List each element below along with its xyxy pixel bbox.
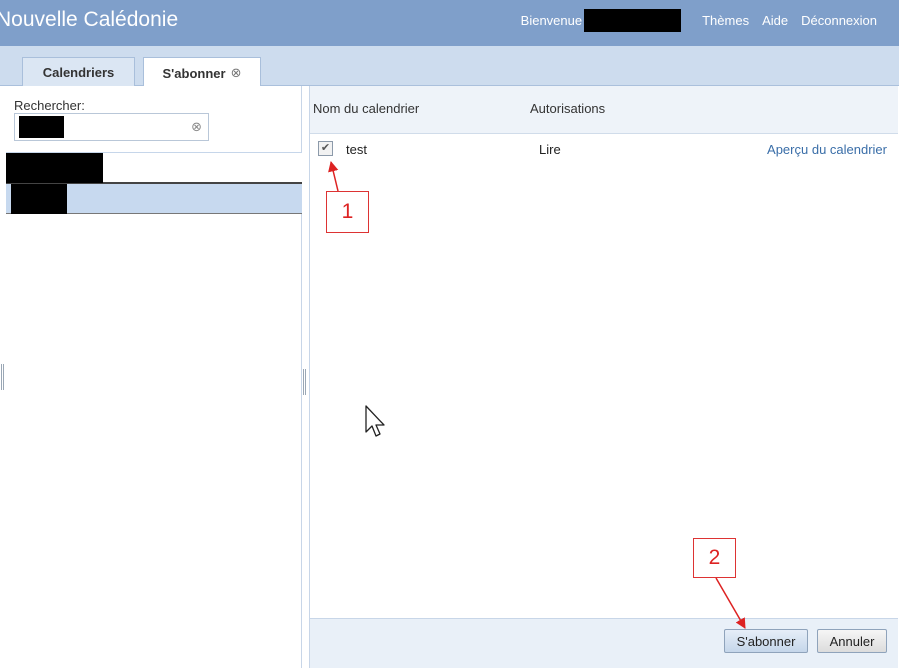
user-list-panel: Rechercher: ⊗ xyxy=(6,86,302,668)
table-row: ✔ test Lire Aperçu du calendrier xyxy=(310,135,898,165)
list-item[interactable] xyxy=(6,153,302,184)
cancel-button[interactable]: Annuler xyxy=(817,629,887,653)
subscribe-button[interactable]: S'abonner xyxy=(724,629,808,653)
themes-link[interactable]: Thèmes xyxy=(702,13,749,28)
redacted-search-text xyxy=(19,116,64,138)
search-input[interactable]: ⊗ xyxy=(14,113,209,141)
column-calendar-name[interactable]: Nom du calendrier xyxy=(313,101,419,116)
table-header: Nom du calendrier Autorisations xyxy=(310,86,898,134)
tab-calendars-label: Calendriers xyxy=(42,65,115,80)
redacted-list-item xyxy=(6,153,103,183)
calendar-name: test xyxy=(346,142,367,157)
tab-subscribe[interactable]: S'abonner ⊗ xyxy=(143,57,261,88)
annotation-callout-1: 1 xyxy=(326,191,369,233)
app-title: Nouvelle Calédonie xyxy=(0,8,179,31)
tab-close-icon[interactable]: ⊗ xyxy=(231,65,242,81)
tab-calendars[interactable]: Calendriers xyxy=(22,57,135,87)
annotation-callout-2: 2 xyxy=(693,538,736,578)
mouse-cursor-icon xyxy=(365,405,385,437)
tab-subscribe-label: S'abonner xyxy=(162,65,226,81)
calendar-list-panel: Nom du calendrier Autorisations ✔ test L… xyxy=(309,86,898,668)
calendar-permission: Lire xyxy=(539,142,561,157)
column-permissions[interactable]: Autorisations xyxy=(530,101,605,116)
middle-splitter-handle[interactable] xyxy=(303,369,306,395)
tab-strip: Calendriers S'abonner ⊗ xyxy=(0,46,899,88)
action-bar: S'abonner Annuler xyxy=(310,618,898,668)
header-nav: Bienvenue Thèmes Aide Déconnexion xyxy=(521,9,877,32)
search-label: Rechercher: xyxy=(14,98,85,113)
redacted-username xyxy=(584,9,682,32)
redacted-list-item xyxy=(11,184,67,214)
left-splitter-handle[interactable] xyxy=(1,364,4,390)
welcome-text: Bienvenue xyxy=(520,13,583,28)
app-header: Nouvelle Calédonie Bienvenue Thèmes Aide… xyxy=(0,0,899,46)
logout-link[interactable]: Déconnexion xyxy=(801,13,877,28)
help-link[interactable]: Aide xyxy=(762,13,788,28)
preview-calendar-link[interactable]: Aperçu du calendrier xyxy=(767,142,887,157)
list-item-selected[interactable] xyxy=(6,184,302,214)
calendar-checkbox[interactable]: ✔ xyxy=(318,141,333,156)
clear-search-icon[interactable]: ⊗ xyxy=(191,119,202,135)
